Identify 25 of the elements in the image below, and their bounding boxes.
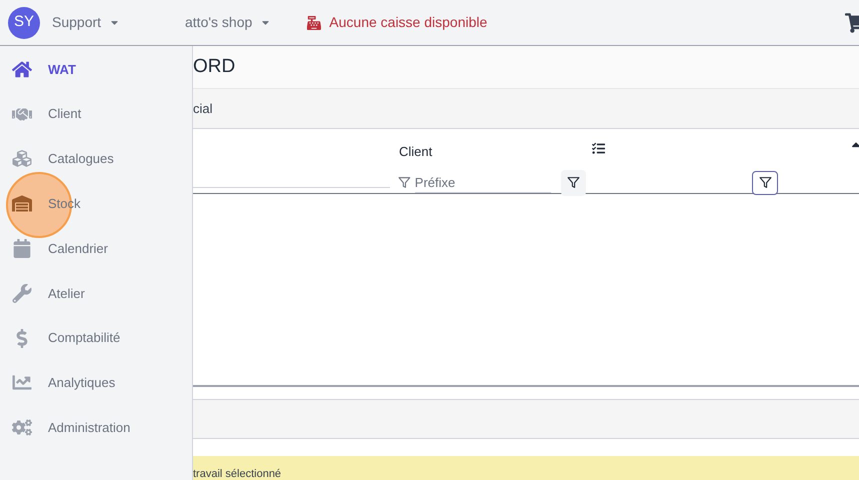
filter-field[interactable]: Préfixe [414, 172, 551, 192]
sidebar-label: Client [48, 105, 82, 124]
page-title: ORD [193, 54, 236, 79]
sidebar-item[interactable]: WAT [0, 47, 192, 92]
tab[interactable]: cial [193, 98, 213, 118]
sidebar-item[interactable]: Comptabilité [0, 316, 192, 361]
sidebar-label: Comptabilité [48, 329, 120, 348]
shop-menu[interactable]: atto's shop [185, 12, 272, 33]
sidebar-label: Analytiques [48, 374, 116, 392]
sidebar-item[interactable]: Atelier [0, 270, 192, 316]
user-menu[interactable]: Support [52, 12, 120, 33]
sidebar-item[interactable]: Analytiques [0, 360, 192, 406]
sidebar-label: Atelier [48, 284, 85, 303]
user-avatar[interactable]: SY [8, 6, 40, 38]
sidebar-item[interactable]: Client [0, 92, 192, 137]
notice-text: travail sélectionné [193, 468, 282, 480]
column-header[interactable]: Client [399, 142, 778, 162]
sidebar-item[interactable]: Catalogues [0, 136, 192, 182]
sidebar-label: Calendrier [48, 240, 108, 258]
sidebar-label: WAT [48, 60, 76, 79]
sidebar-label: Administration [48, 419, 130, 438]
sidebar-label: Catalogues [48, 150, 114, 168]
sidebar-item[interactable]: Administration [0, 405, 192, 450]
register-status: Aucune caisse disponible [329, 13, 488, 32]
sidebar-item[interactable]: Calendrier [0, 226, 192, 271]
